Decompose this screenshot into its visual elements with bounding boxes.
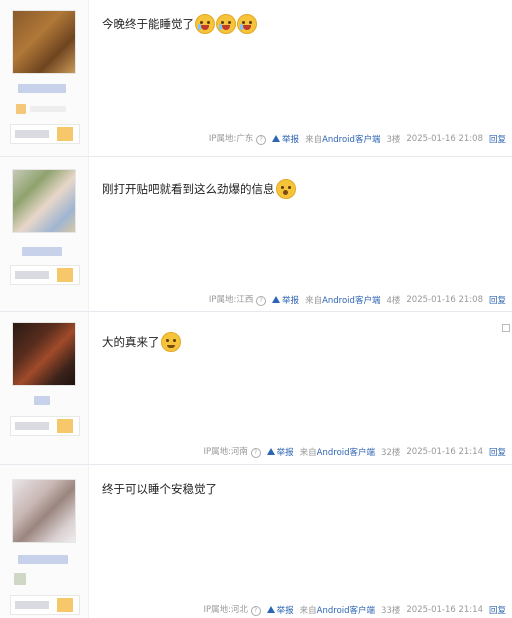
level-badge[interactable] [10,124,80,144]
post-text: 刚打开贴吧就看到这么劲爆的信息 [102,182,275,196]
reply-button[interactable]: 回复 [489,294,506,306]
help-icon[interactable]: ? [256,296,267,306]
client-link[interactable]: Android客户端 [322,296,380,306]
crying-face-icon [237,14,257,34]
level-badge[interactable] [10,416,80,436]
post-footer: IP属地:江西 ? 举报 来自Android客户端 4楼 2025-01-16 … [209,293,506,306]
reply-button[interactable]: 回复 [489,133,506,145]
client-source: 来自Android客户端 [299,605,376,616]
floor-number: 4楼 [386,295,401,306]
user-sidebar [0,157,89,311]
client-link[interactable]: Android客户端 [317,606,375,616]
warning-icon [266,448,275,455]
post-time: 2025-01-16 21:14 [406,446,483,457]
post-content: 刚打开贴吧就看到这么劲爆的信息 [102,179,296,199]
avatar[interactable] [12,479,76,543]
post-text: 终于可以睡个安稳觉了 [102,482,217,496]
collapse-toggle-icon[interactable] [502,324,510,332]
floor-number: 3楼 [386,134,401,145]
warning-icon [266,606,275,613]
post-time: 2025-01-16 21:14 [406,604,483,615]
client-source: 来自Android客户端 [305,134,381,145]
ip-location: IP属地:江西 ? [209,293,267,306]
report-link[interactable]: 举报 [272,133,299,145]
help-icon[interactable]: ? [256,135,267,145]
post-item: 大的真来了 IP属地:河南 ? 举报 来自Android客户端 32楼 2025… [0,312,512,465]
post-item: 终于可以睡个安稳觉了 IP属地:河北 ? 举报 来自Android客户端 33楼… [0,465,512,618]
username-blur[interactable] [18,555,68,564]
client-source: 来自Android客户端 [299,447,376,458]
username-blur[interactable] [34,396,50,405]
crying-face-icon [216,14,236,34]
ip-location: IP属地:广东 ? [209,132,267,145]
user-tag-blur [14,573,26,585]
client-link[interactable]: Android客户端 [322,135,380,145]
surprised-face-icon [275,179,296,199]
reply-button[interactable]: 回复 [489,604,506,616]
reply-button[interactable]: 回复 [489,446,506,458]
level-badge[interactable] [10,265,80,285]
help-icon[interactable]: ? [250,448,261,458]
report-link[interactable]: 举报 [272,294,299,306]
username-blur[interactable] [18,84,66,93]
post-text: 大的真来了 [102,335,160,349]
post-text: 今晚终于能睡觉了 [102,17,194,31]
crying-face-icon [195,14,215,34]
post-footer: IP属地:广东 ? 举报 来自Android客户端 3楼 2025-01-16 … [209,132,506,145]
floor-number: 33楼 [381,605,401,616]
post-time: 2025-01-16 21:08 [406,294,483,305]
user-tag-blur [16,104,26,114]
client-link[interactable]: Android客户端 [317,448,375,458]
post-footer: IP属地:河北 ? 举报 来自Android客户端 33楼 2025-01-16… [203,603,506,616]
user-level-blur [30,106,66,112]
level-badge[interactable] [10,595,80,615]
post-time: 2025-01-16 21:08 [406,133,483,144]
post-content: 今晚终于能睡觉了 [102,14,257,34]
grinning-face-icon [160,332,181,352]
user-sidebar [0,0,89,156]
post-content: 终于可以睡个安稳觉了 [102,481,217,497]
avatar[interactable] [12,10,76,74]
user-sidebar [0,465,89,618]
post-item: 刚打开贴吧就看到这么劲爆的信息 IP属地:江西 ? 举报 来自Android客户… [0,157,512,312]
help-icon[interactable]: ? [250,606,261,616]
avatar[interactable] [12,322,76,386]
report-link[interactable]: 举报 [266,604,294,616]
warning-icon [272,135,281,142]
floor-number: 32楼 [381,447,401,458]
ip-location: IP属地:河南 ? [203,445,261,458]
warning-icon [272,296,281,303]
post-item: 今晚终于能睡觉了 IP属地:广东 ? 举报 来自Android客户端 3楼 20… [0,0,512,157]
post-footer: IP属地:河南 ? 举报 来自Android客户端 32楼 2025-01-16… [203,445,506,458]
avatar[interactable] [12,169,76,233]
report-link[interactable]: 举报 [266,446,294,458]
client-source: 来自Android客户端 [305,295,381,306]
post-content: 大的真来了 [102,332,181,352]
ip-location: IP属地:河北 ? [203,603,261,616]
user-sidebar [0,312,89,464]
username-blur[interactable] [22,247,62,256]
